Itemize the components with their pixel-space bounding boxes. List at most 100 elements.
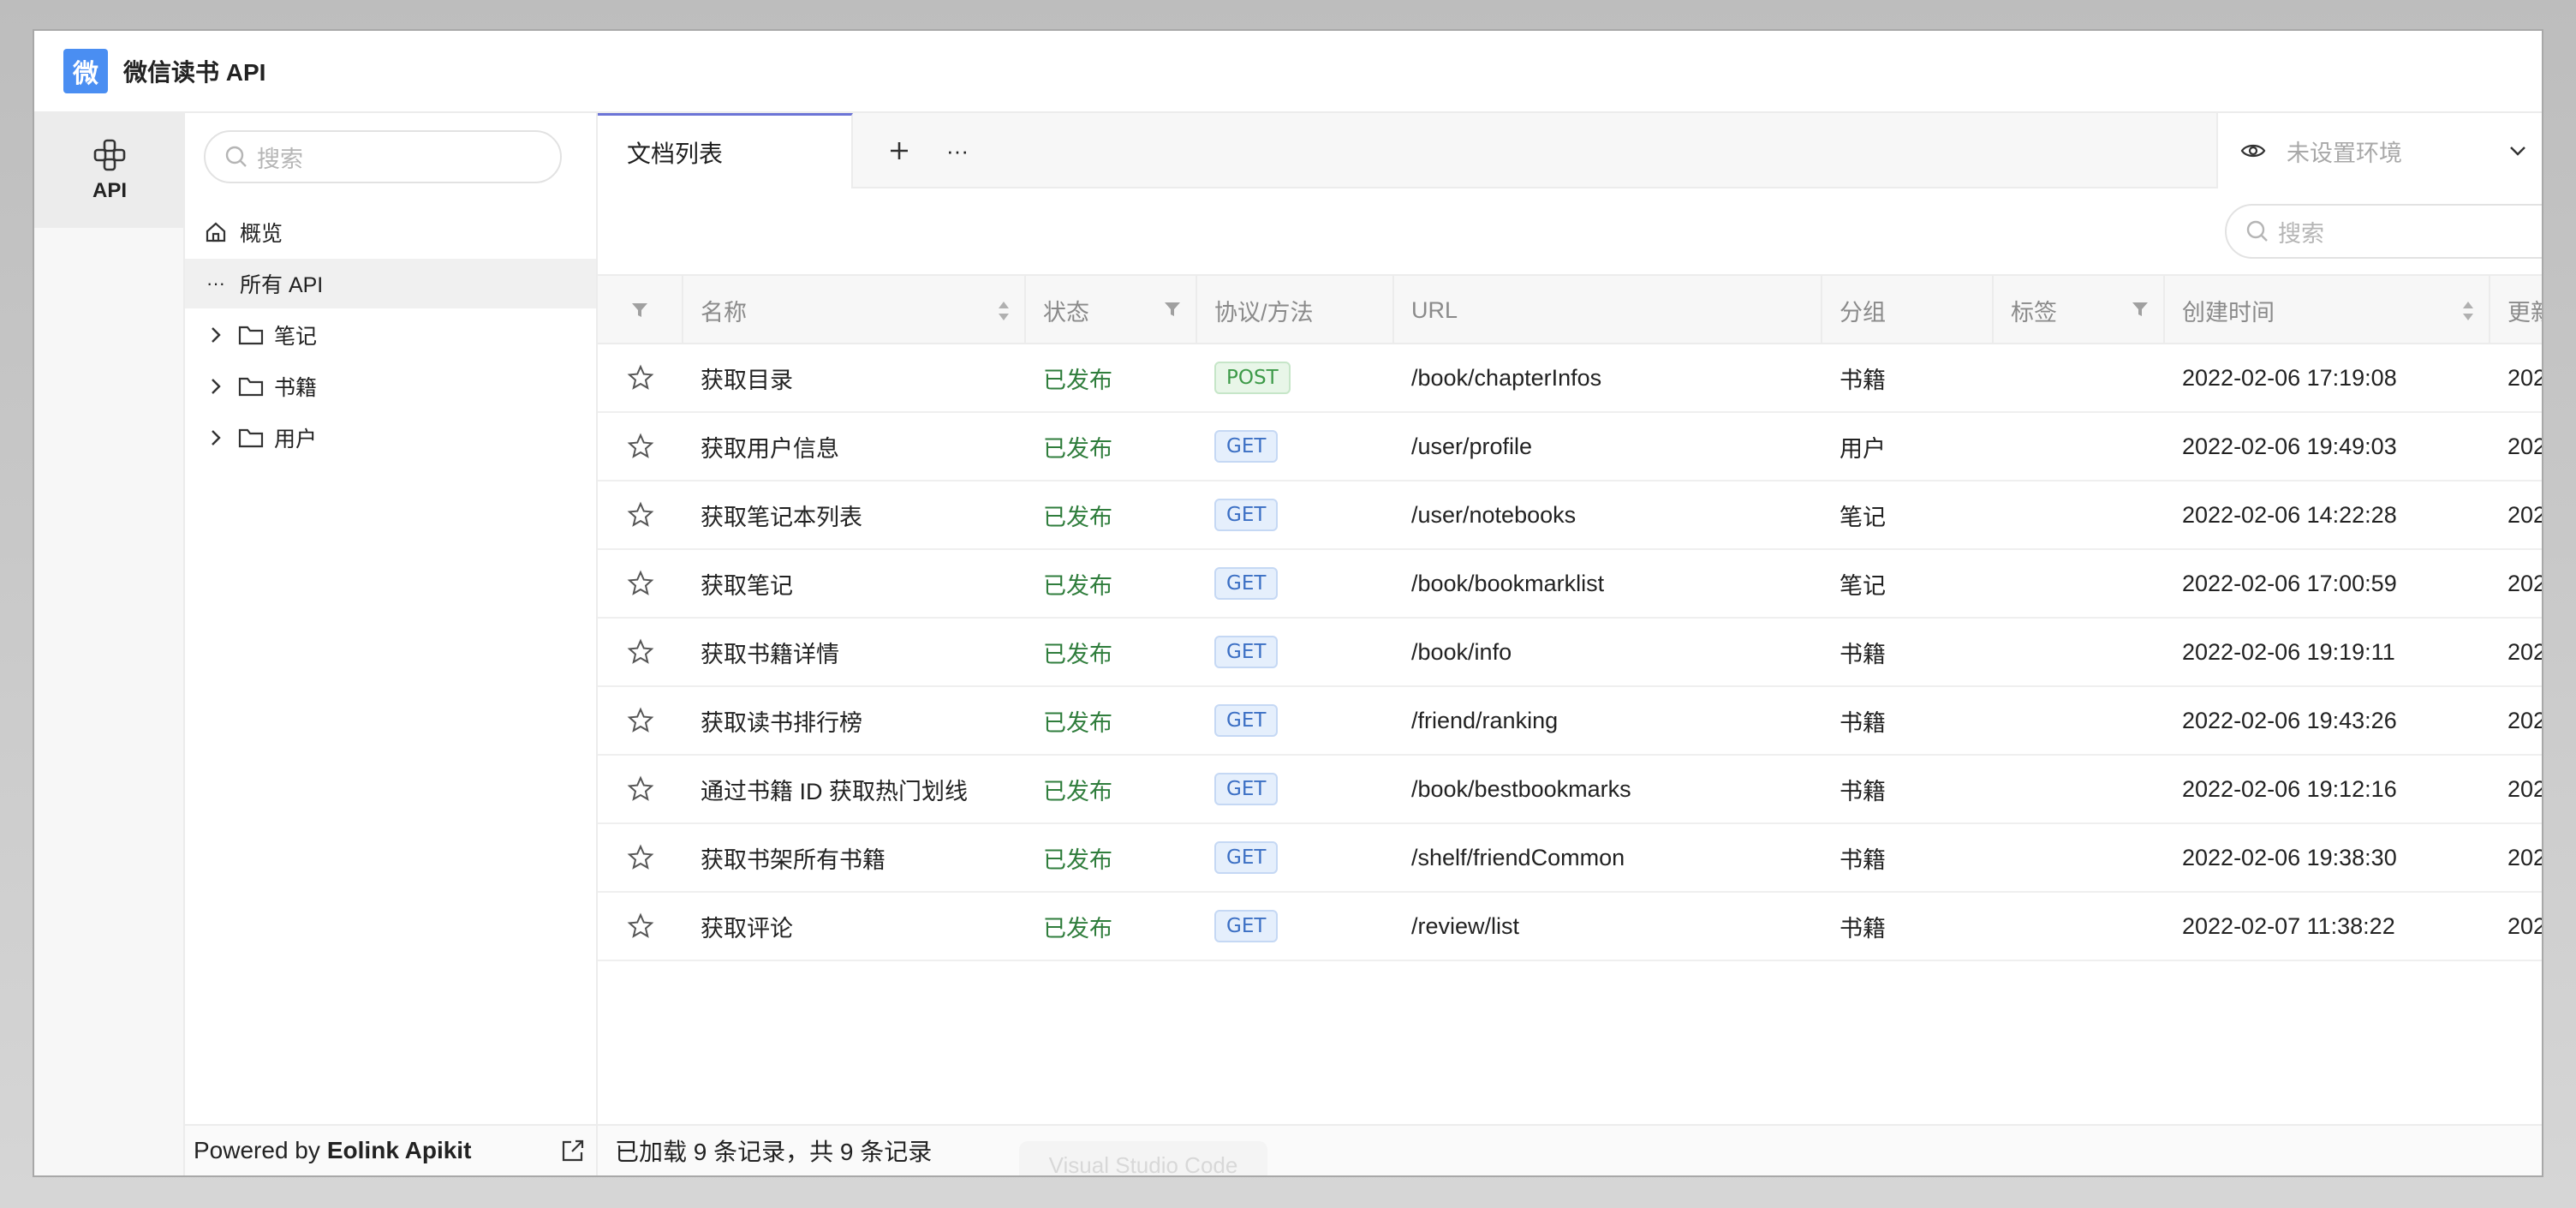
add-tab-icon[interactable] [882,134,916,168]
column-header-url[interactable]: URL [1394,276,1822,344]
table-row[interactable]: 获取目录 已发布 POST/book/chapterInfos 书籍 2022-02-0… [598,344,2542,413]
created-time: 2022-02-06 17:00:59 [2182,570,2397,596]
tree-item-overview[interactable]: 概览 [185,207,596,257]
column-header-tags[interactable]: 标签 [1994,276,2165,344]
api-tags [1994,481,2165,548]
column-header-label: 更新 [2507,299,2542,326]
sort-icon[interactable] [2461,300,2475,322]
tree-folder-books[interactable]: 书籍 [185,362,596,411]
api-group: 书籍 [1840,915,1886,942]
updated-time: 202 [2507,775,2542,802]
star-icon[interactable] [598,550,683,617]
external-link-icon[interactable] [560,1138,586,1163]
tab-label: 文档列表 [627,140,724,167]
table-row[interactable]: 获取书籍详情 已发布 GET/book/info 书籍 2022-02-06 19:19… [598,619,2542,687]
chevron-right-icon[interactable] [204,326,228,344]
api-tags [1994,619,2165,685]
table-row[interactable]: 获取读书排行榜 已发布 GET/friend/ranking 书籍 2022-02-06… [598,687,2542,756]
star-icon[interactable] [598,413,683,480]
api-name[interactable]: 获取用户信息 [683,413,1026,480]
table-row[interactable]: 通过书籍 ID 获取热门划线 已发布 GET/book/bestbookmarks 书… [598,756,2542,824]
api-tags [1994,756,2165,822]
column-header-method[interactable]: 协议/方法 [1197,276,1394,344]
api-group: 书籍 [1840,709,1886,736]
created-time: 2022-02-07 11:38:22 [2182,912,2395,939]
star-icon[interactable] [598,893,683,960]
column-filter-all[interactable] [598,276,683,344]
tree-folder-label: 用户 [274,428,318,452]
api-url: /user/notebooks [1411,501,1577,528]
more-tabs-icon[interactable]: ··· [940,134,975,168]
column-header-group[interactable]: 分组 [1822,276,1994,344]
api-group: 书籍 [1840,846,1886,873]
updated-time: 202 [2507,844,2542,870]
table-toolbar: 搜索 [598,188,2542,274]
status-text: 已发布 [1043,572,1112,599]
star-icon[interactable] [598,756,683,822]
api-name[interactable]: 通过书籍 ID 获取热门划线 [683,756,1026,822]
status-text: 已发布 [1043,367,1112,393]
star-icon[interactable] [598,687,683,754]
updated-time: 202 [2507,707,2542,733]
chevron-right-icon[interactable] [204,428,228,447]
table-row[interactable]: 获取笔记本列表 已发布 GET/user/notebooks 笔记 2022-02-06… [598,481,2542,550]
table-search-input[interactable]: 搜索 [2225,204,2542,259]
tree-item-all-api[interactable]: ··· 所有 API [185,259,596,308]
table-row[interactable]: 获取评论 已发布 GET/review/list 书籍 2022-02-07 11:38… [598,893,2542,961]
sort-icon[interactable] [997,300,1011,322]
method-badge: GET [1214,773,1279,805]
method-badge-cell: POST [1197,344,1394,411]
tree-search-input[interactable]: 搜索 [204,130,562,183]
api-name[interactable]: 获取目录 [683,344,1026,411]
chevron-right-icon[interactable] [204,377,228,396]
powered-by-label: Powered by [194,1137,320,1163]
method-badge: POST [1214,362,1291,394]
created-time: 2022-02-06 19:19:11 [2182,638,2395,665]
filter-icon[interactable] [2131,300,2150,319]
status-text: 已发布 [1043,641,1112,667]
column-header-created[interactable]: 创建时间 [2165,276,2490,344]
home-icon [204,221,228,243]
star-icon[interactable] [598,619,683,685]
method-badge-cell: GET [1197,481,1394,548]
powered-by-brand[interactable]: Eolink Apikit [327,1137,472,1164]
api-group: 书籍 [1840,367,1886,393]
method-badge: GET [1214,430,1279,463]
star-icon[interactable] [598,481,683,548]
table-row[interactable]: 获取用户信息 已发布 GET/user/profile 用户 2022-02-06 19… [598,413,2542,481]
api-name[interactable]: 获取书架所有书籍 [683,824,1026,891]
tree-item-label: 所有 API [240,273,324,297]
api-group: 笔记 [1840,572,1886,599]
column-header-updated[interactable]: 更新 [2490,276,2542,344]
tab-document-list[interactable]: 文档列表 [598,113,853,188]
tree-folder-notes[interactable]: 笔记 [185,310,596,360]
left-rail: API [34,113,185,1175]
environment-select[interactable]: 未设置环境 [2216,113,2542,188]
star-icon[interactable] [598,344,683,411]
table-row[interactable]: 获取笔记 已发布 GET/book/bookmarklist 笔记 2022-02-06… [598,550,2542,619]
table-row[interactable]: 获取书架所有书籍 已发布 GET/shelf/friendCommon 书籍 2022-… [598,824,2542,893]
api-tree-panel: 搜索 概览 ··· 所有 API 笔记 书籍 用户 Powered by Eol… [185,113,598,1175]
tree-search-placeholder: 搜索 [257,146,303,172]
api-name[interactable]: 获取评论 [683,893,1026,960]
method-badge: GET [1214,704,1279,737]
column-header-status[interactable]: 状态 [1026,276,1197,344]
filter-icon[interactable] [1163,300,1182,319]
column-header-label: URL [1411,296,1458,323]
rail-item-label: API [92,179,127,202]
method-badge-cell: GET [1197,413,1394,480]
tree-folder-users[interactable]: 用户 [185,413,596,463]
api-name[interactable]: 获取笔记本列表 [683,481,1026,548]
star-icon[interactable] [598,824,683,891]
more-dots-icon: ··· [206,272,225,294]
api-name[interactable]: 获取书籍详情 [683,619,1026,685]
api-url: /shelf/friendCommon [1411,844,1625,870]
api-tags [1994,687,2165,754]
column-header-name[interactable]: 名称 [683,276,1026,344]
api-name[interactable]: 获取读书排行榜 [683,687,1026,754]
updated-time: 202 [2507,638,2542,665]
rail-item-api[interactable]: API [34,113,185,228]
eye-icon [2240,141,2266,160]
api-name[interactable]: 获取笔记 [683,550,1026,617]
status-text: 已发布 [1043,504,1112,530]
